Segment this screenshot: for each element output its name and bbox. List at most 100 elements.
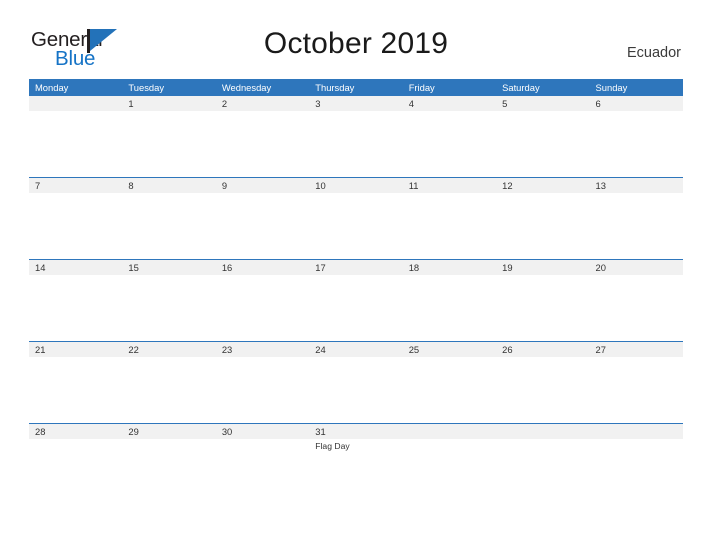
day-cell[interactable] (309, 357, 402, 423)
weekday-wednesday: Wednesday (221, 82, 272, 93)
page-header: General Blue October 2019 Ecuador (0, 0, 712, 70)
day-number[interactable]: 29 (122, 424, 215, 439)
day-number[interactable]: 24 (309, 342, 402, 357)
day-number (496, 424, 589, 439)
day-number[interactable]: 1 (122, 96, 215, 111)
day-cell[interactable] (29, 193, 122, 259)
day-cell[interactable] (590, 275, 683, 341)
day-cell[interactable]: Flag Day (309, 439, 402, 505)
day-number[interactable]: 17 (309, 260, 402, 275)
calendar-week-row: 28 29 30 31 Flag Day (29, 423, 683, 505)
day-number[interactable]: 7 (29, 178, 122, 193)
day-cell[interactable] (403, 193, 496, 259)
weekday-header-row: Monday Tuesday Wednesday Thursday Friday… (29, 79, 683, 96)
weekday-sunday: Sunday (595, 82, 628, 93)
calendar-week-row: 7 8 9 10 11 12 13 (29, 177, 683, 259)
day-number-strip: 14 15 16 17 18 19 20 (29, 259, 683, 275)
country-label: Ecuador (626, 45, 681, 61)
day-cell[interactable] (216, 439, 309, 505)
calendar-page: General Blue October 2019 Ecuador Monday… (0, 0, 712, 550)
day-cell[interactable] (216, 193, 309, 259)
day-number[interactable]: 6 (590, 96, 683, 111)
day-cell[interactable] (122, 193, 215, 259)
day-cell[interactable] (216, 357, 309, 423)
weekday-friday: Friday (408, 82, 435, 93)
day-cell[interactable] (29, 439, 122, 505)
day-number[interactable]: 28 (29, 424, 122, 439)
day-cell[interactable] (216, 111, 309, 177)
day-cell[interactable] (309, 275, 402, 341)
day-number[interactable]: 8 (122, 178, 215, 193)
page-title: October 2019 (263, 27, 449, 60)
day-number[interactable]: 14 (29, 260, 122, 275)
day-cell[interactable] (309, 111, 402, 177)
day-cell[interactable] (122, 275, 215, 341)
calendar-week-row: 14 15 16 17 18 19 20 (29, 259, 683, 341)
day-content-strip (29, 275, 683, 341)
day-cell[interactable] (29, 275, 122, 341)
day-number[interactable]: 18 (403, 260, 496, 275)
day-number[interactable]: 25 (403, 342, 496, 357)
day-number (403, 424, 496, 439)
day-cell[interactable] (496, 111, 589, 177)
day-number[interactable]: 22 (122, 342, 215, 357)
day-cell[interactable] (590, 111, 683, 177)
day-number[interactable]: 11 (403, 178, 496, 193)
day-content-strip (29, 111, 683, 177)
day-number[interactable]: 23 (216, 342, 309, 357)
day-number[interactable]: 26 (496, 342, 589, 357)
day-cell (496, 439, 589, 505)
day-cell[interactable] (496, 275, 589, 341)
calendar-grid: Monday Tuesday Wednesday Thursday Friday… (29, 79, 683, 505)
day-cell[interactable] (216, 275, 309, 341)
calendar-week-row: 123456 (29, 96, 683, 177)
day-cell (403, 439, 496, 505)
weekday-saturday: Saturday (502, 82, 540, 93)
calendar-weeks: 1 2 3 4 5 6 7 8 9 10 11 12 13 14 15 16 17 18 19 20 21 22 23 24 2… (29, 96, 683, 505)
day-number[interactable]: 12 (496, 178, 589, 193)
day-number[interactable]: 16 (216, 260, 309, 275)
day-number[interactable]: 4 (403, 96, 496, 111)
holiday-label: Flag Day (315, 441, 350, 451)
day-cell (590, 439, 683, 505)
day-cell[interactable] (590, 357, 683, 423)
day-cell[interactable] (29, 357, 122, 423)
day-number[interactable]: 19 (496, 260, 589, 275)
day-number[interactable]: 3 (309, 96, 402, 111)
day-number[interactable]: 21 (29, 342, 122, 357)
day-number[interactable]: 2 (216, 96, 309, 111)
day-content-strip (29, 357, 683, 423)
day-cell[interactable] (496, 193, 589, 259)
day-number[interactable]: 9 (216, 178, 309, 193)
day-cell (29, 111, 122, 177)
day-cell[interactable] (122, 439, 215, 505)
day-number-strip: 28 29 30 31 (29, 423, 683, 439)
day-number (29, 96, 122, 111)
day-number[interactable]: 20 (590, 260, 683, 275)
day-content-strip: Flag Day (29, 439, 683, 505)
day-cell[interactable] (403, 111, 496, 177)
day-cell[interactable] (496, 357, 589, 423)
day-number-strip: 7 8 9 10 11 12 13 (29, 177, 683, 193)
day-cell[interactable] (403, 275, 496, 341)
day-cell[interactable] (309, 193, 402, 259)
weekday-tuesday: Tuesday (128, 82, 165, 93)
weekday-monday: Monday (35, 82, 69, 93)
day-number-strip: 21 22 23 24 25 26 27 (29, 341, 683, 357)
day-content-strip (29, 193, 683, 259)
day-number[interactable]: 5 (496, 96, 589, 111)
day-cell[interactable] (122, 357, 215, 423)
day-number-strip: 123456 (29, 96, 683, 111)
day-number[interactable]: 13 (590, 178, 683, 193)
day-number[interactable]: 15 (122, 260, 215, 275)
day-number[interactable]: 30 (216, 424, 309, 439)
day-cell[interactable] (590, 193, 683, 259)
day-number[interactable]: 27 (590, 342, 683, 357)
weekday-thursday: Thursday (315, 82, 355, 93)
day-number[interactable]: 10 (309, 178, 402, 193)
day-cell[interactable] (122, 111, 215, 177)
day-number (590, 424, 683, 439)
day-cell[interactable] (403, 357, 496, 423)
day-number[interactable]: 31 (309, 424, 402, 439)
calendar-week-row: 21 22 23 24 25 26 27 (29, 341, 683, 423)
